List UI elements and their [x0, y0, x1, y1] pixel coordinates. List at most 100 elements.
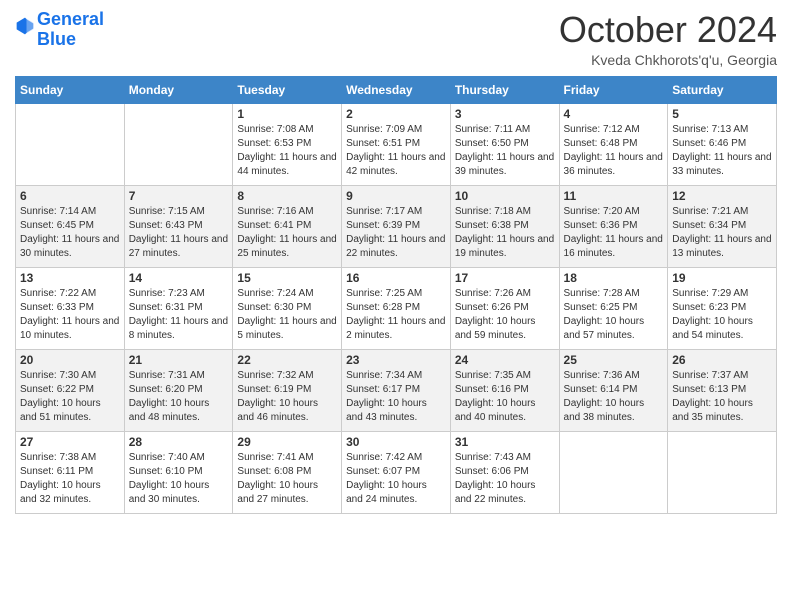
day-info: Sunrise: 7:25 AM Sunset: 6:28 PM Dayligh…: [346, 287, 446, 343]
calendar-cell: [124, 103, 233, 185]
day-info: Sunrise: 7:13 AM Sunset: 6:46 PM Dayligh…: [672, 123, 772, 179]
day-info: Sunrise: 7:35 AM Sunset: 6:16 PM Dayligh…: [455, 369, 555, 425]
calendar-cell: 25 Sunrise: 7:36 AM Sunset: 6:14 PM Dayli…: [559, 349, 668, 431]
day-info: Sunrise: 7:36 AM Sunset: 6:14 PM Dayligh…: [564, 369, 664, 425]
day-number: 10: [455, 189, 555, 203]
day-info: Sunrise: 7:31 AM Sunset: 6:20 PM Dayligh…: [129, 369, 229, 425]
title-area: October 2024 Kveda Chkhorots'q'u, Georgi…: [559, 10, 777, 68]
day-info: Sunrise: 7:08 AM Sunset: 6:53 PM Dayligh…: [237, 123, 337, 179]
day-number: 14: [129, 271, 229, 285]
day-info: Sunrise: 7:24 AM Sunset: 6:30 PM Dayligh…: [237, 287, 337, 343]
day-info: Sunrise: 7:09 AM Sunset: 6:51 PM Dayligh…: [346, 123, 446, 179]
calendar-cell: 29 Sunrise: 7:41 AM Sunset: 6:08 PM Dayli…: [233, 431, 342, 513]
calendar-cell: 26 Sunrise: 7:37 AM Sunset: 6:13 PM Dayli…: [668, 349, 777, 431]
week-row: 27 Sunrise: 7:38 AM Sunset: 6:11 PM Dayli…: [16, 431, 777, 513]
month-title: October 2024: [559, 10, 777, 50]
logo-icon: [15, 16, 35, 36]
day-info: Sunrise: 7:26 AM Sunset: 6:26 PM Dayligh…: [455, 287, 555, 343]
day-number: 20: [20, 353, 120, 367]
header-friday: Friday: [559, 76, 668, 103]
header-sunday: Sunday: [16, 76, 125, 103]
day-number: 18: [564, 271, 664, 285]
calendar-cell: 24 Sunrise: 7:35 AM Sunset: 6:16 PM Dayli…: [450, 349, 559, 431]
day-number: 4: [564, 107, 664, 121]
day-number: 26: [672, 353, 772, 367]
calendar-cell: 11 Sunrise: 7:20 AM Sunset: 6:36 PM Dayli…: [559, 185, 668, 267]
calendar-cell: 10 Sunrise: 7:18 AM Sunset: 6:38 PM Dayli…: [450, 185, 559, 267]
week-row: 1 Sunrise: 7:08 AM Sunset: 6:53 PM Daylig…: [16, 103, 777, 185]
day-info: Sunrise: 7:42 AM Sunset: 6:07 PM Dayligh…: [346, 451, 446, 507]
day-info: Sunrise: 7:17 AM Sunset: 6:39 PM Dayligh…: [346, 205, 446, 261]
header-tuesday: Tuesday: [233, 76, 342, 103]
calendar-cell: 1 Sunrise: 7:08 AM Sunset: 6:53 PM Daylig…: [233, 103, 342, 185]
calendar-cell: [16, 103, 125, 185]
day-number: 23: [346, 353, 446, 367]
day-info: Sunrise: 7:11 AM Sunset: 6:50 PM Dayligh…: [455, 123, 555, 179]
calendar-cell: 15Sunrise: 7:24 AM Sunset: 6:30 PM Dayli…: [233, 267, 342, 349]
day-info: Sunrise: 7:34 AM Sunset: 6:17 PM Dayligh…: [346, 369, 446, 425]
calendar-cell: 14Sunrise: 7:23 AM Sunset: 6:31 PM Dayli…: [124, 267, 233, 349]
day-number: 3: [455, 107, 555, 121]
day-number: 28: [129, 435, 229, 449]
day-info: Sunrise: 7:30 AM Sunset: 6:22 PM Dayligh…: [20, 369, 120, 425]
day-info: Sunrise: 7:41 AM Sunset: 6:08 PM Dayligh…: [237, 451, 337, 507]
day-number: 19: [672, 271, 772, 285]
day-number: 11: [564, 189, 664, 203]
page-header: GeneralBlue October 2024 Kveda Chkhorots…: [15, 10, 777, 68]
calendar-cell: 16 Sunrise: 7:25 AM Sunset: 6:28 PM Dayli…: [342, 267, 451, 349]
calendar-cell: 13Sunrise: 7:22 AM Sunset: 6:33 PM Dayli…: [16, 267, 125, 349]
day-number: 8: [237, 189, 337, 203]
header-thursday: Thursday: [450, 76, 559, 103]
day-number: 5: [672, 107, 772, 121]
day-number: 27: [20, 435, 120, 449]
day-number: 1: [237, 107, 337, 121]
calendar-cell: 2Sunrise: 7:09 AM Sunset: 6:51 PM Daylig…: [342, 103, 451, 185]
day-number: 22: [237, 353, 337, 367]
day-info: Sunrise: 7:28 AM Sunset: 6:25 PM Dayligh…: [564, 287, 664, 343]
calendar-cell: 8 Sunrise: 7:16 AM Sunset: 6:41 PM Daylig…: [233, 185, 342, 267]
calendar-cell: 12 Sunrise: 7:21 AM Sunset: 6:34 PM Dayli…: [668, 185, 777, 267]
calendar-cell: 7Sunrise: 7:15 AM Sunset: 6:43 PM Daylig…: [124, 185, 233, 267]
calendar-cell: 30Sunrise: 7:42 AM Sunset: 6:07 PM Dayli…: [342, 431, 451, 513]
calendar-cell: 5 Sunrise: 7:13 AM Sunset: 6:46 PM Daylig…: [668, 103, 777, 185]
day-number: 25: [564, 353, 664, 367]
calendar-cell: 21 Sunrise: 7:31 AM Sunset: 6:20 PM Dayli…: [124, 349, 233, 431]
header-saturday: Saturday: [668, 76, 777, 103]
logo: GeneralBlue: [15, 10, 104, 50]
day-info: Sunrise: 7:14 AM Sunset: 6:45 PM Dayligh…: [20, 205, 120, 261]
calendar-cell: 27 Sunrise: 7:38 AM Sunset: 6:11 PM Dayli…: [16, 431, 125, 513]
calendar-cell: 4 Sunrise: 7:12 AM Sunset: 6:48 PM Daylig…: [559, 103, 668, 185]
day-info: Sunrise: 7:22 AM Sunset: 6:33 PM Dayligh…: [20, 287, 120, 343]
day-number: 29: [237, 435, 337, 449]
calendar-cell: 3 Sunrise: 7:11 AM Sunset: 6:50 PM Daylig…: [450, 103, 559, 185]
calendar-table: SundayMondayTuesdayWednesdayThursdayFrid…: [15, 76, 777, 514]
day-number: 24: [455, 353, 555, 367]
day-info: Sunrise: 7:20 AM Sunset: 6:36 PM Dayligh…: [564, 205, 664, 261]
day-info: Sunrise: 7:12 AM Sunset: 6:48 PM Dayligh…: [564, 123, 664, 179]
logo-text: GeneralBlue: [37, 10, 104, 50]
day-info: Sunrise: 7:38 AM Sunset: 6:11 PM Dayligh…: [20, 451, 120, 507]
day-number: 21: [129, 353, 229, 367]
day-info: Sunrise: 7:40 AM Sunset: 6:10 PM Dayligh…: [129, 451, 229, 507]
calendar-cell: 19 Sunrise: 7:29 AM Sunset: 6:23 PM Dayli…: [668, 267, 777, 349]
week-row: 20 Sunrise: 7:30 AM Sunset: 6:22 PM Dayli…: [16, 349, 777, 431]
day-number: 31: [455, 435, 555, 449]
day-info: Sunrise: 7:16 AM Sunset: 6:41 PM Dayligh…: [237, 205, 337, 261]
day-info: Sunrise: 7:37 AM Sunset: 6:13 PM Dayligh…: [672, 369, 772, 425]
day-info: Sunrise: 7:21 AM Sunset: 6:34 PM Dayligh…: [672, 205, 772, 261]
day-info: Sunrise: 7:43 AM Sunset: 6:06 PM Dayligh…: [455, 451, 555, 507]
calendar-cell: 31 Sunrise: 7:43 AM Sunset: 6:06 PM Dayli…: [450, 431, 559, 513]
calendar-cell: 9Sunrise: 7:17 AM Sunset: 6:39 PM Daylig…: [342, 185, 451, 267]
day-info: Sunrise: 7:29 AM Sunset: 6:23 PM Dayligh…: [672, 287, 772, 343]
header-monday: Monday: [124, 76, 233, 103]
day-info: Sunrise: 7:15 AM Sunset: 6:43 PM Dayligh…: [129, 205, 229, 261]
day-number: 17: [455, 271, 555, 285]
day-number: 16: [346, 271, 446, 285]
day-number: 12: [672, 189, 772, 203]
calendar-header-row: SundayMondayTuesdayWednesdayThursdayFrid…: [16, 76, 777, 103]
calendar-cell: 22 Sunrise: 7:32 AM Sunset: 6:19 PM Dayli…: [233, 349, 342, 431]
calendar-cell: 6Sunrise: 7:14 AM Sunset: 6:45 PM Daylig…: [16, 185, 125, 267]
day-info: Sunrise: 7:18 AM Sunset: 6:38 PM Dayligh…: [455, 205, 555, 261]
calendar-cell: 23 Sunrise: 7:34 AM Sunset: 6:17 PM Dayli…: [342, 349, 451, 431]
day-info: Sunrise: 7:32 AM Sunset: 6:19 PM Dayligh…: [237, 369, 337, 425]
